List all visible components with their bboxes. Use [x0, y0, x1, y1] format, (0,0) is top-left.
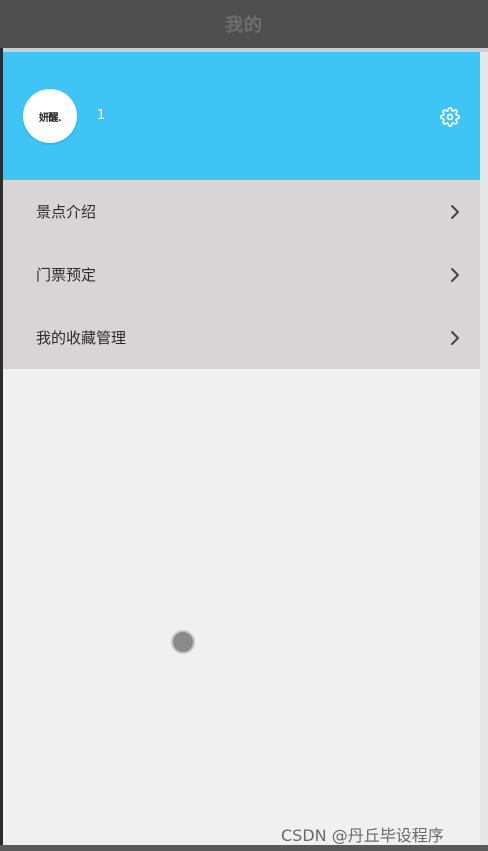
- username: 1: [97, 108, 106, 123]
- chevron-right-icon: [450, 267, 460, 283]
- gear-icon[interactable]: [440, 107, 460, 127]
- page-title: 我的: [225, 15, 263, 36]
- scrollbar-track[interactable]: [480, 52, 488, 845]
- chevron-right-icon: [450, 204, 460, 220]
- bottom-bar: [0, 845, 488, 851]
- avatar[interactable]: 妍醒.: [23, 89, 77, 143]
- touch-indicator: [171, 630, 195, 654]
- avatar-image-text: 妍醒.: [39, 112, 61, 124]
- app-header: 我的: [0, 0, 488, 48]
- menu-list: 景点介绍 门票预定 我的收藏管理: [3, 180, 480, 369]
- menu-item-attractions[interactable]: 景点介绍: [3, 180, 480, 243]
- menu-item-favorites[interactable]: 我的收藏管理: [3, 306, 480, 369]
- menu-item-label: 门票预定: [36, 266, 97, 284]
- menu-item-tickets[interactable]: 门票预定: [3, 243, 480, 306]
- main-content: 妍醒. 1 景点介绍 门票预定 我的收藏管理 CSDN @丹丘毕设程序: [3, 52, 480, 845]
- menu-item-label: 景点介绍: [36, 203, 97, 221]
- watermark: CSDN @丹丘毕设程序: [281, 826, 444, 845]
- menu-item-label: 我的收藏管理: [36, 329, 127, 347]
- profile-card: 妍醒. 1: [3, 52, 480, 180]
- chevron-right-icon: [450, 330, 460, 346]
